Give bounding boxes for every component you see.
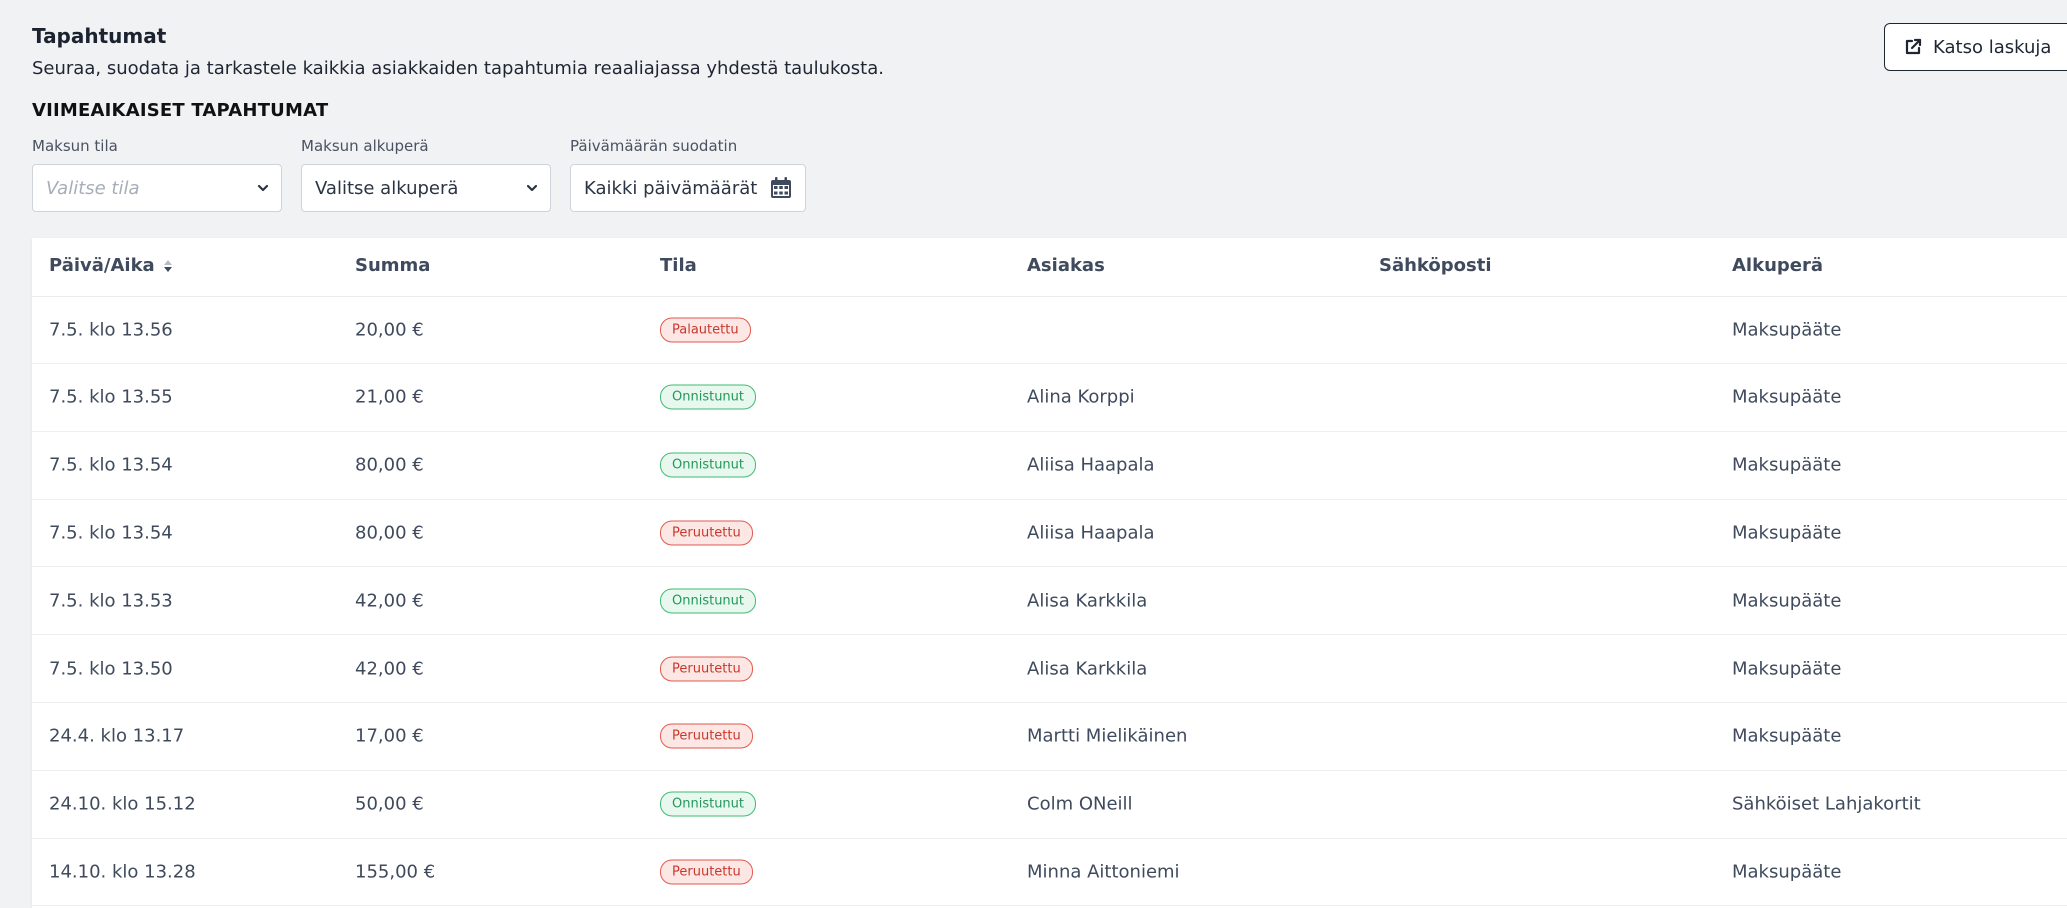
view-invoices-button[interactable]: Katso laskuja [1884,23,2067,71]
cell-origin: Maksupääte [1732,658,1842,679]
section-title: VIIMEAIKAISET TAPAHTUMAT [32,100,329,121]
cell-amount: 21,00 € [355,386,424,408]
column-header-label: Sähköposti [1379,255,1492,276]
cell-customer: Aliisa Haapala [1027,454,1155,476]
cell-origin: Maksupääte [1732,861,1842,883]
status-badge: Onnistunut [660,452,757,478]
cell-origin: Sähköiset Lahjakortit [1732,793,1921,815]
cell-datetime: 24.10. klo 15.12 [49,793,196,815]
status-select-placeholder: Valitse tila [46,177,140,199]
status-filter: Maksun tila Valitse tila [32,137,282,212]
table-row[interactable]: 7.5. klo 13.53 42,00 € Onnistunut Alisa Kar… [32,567,2067,636]
cell-customer: Martti Mielikäinen [1027,725,1188,747]
transactions-table: Päivä/Aika Summa Tila Asiakas Sähköposti… [32,238,2067,908]
external-link-icon [1905,38,1922,55]
cell-amount: 80,00 € [355,522,424,544]
cell-datetime: 7.5. klo 13.54 [49,454,173,476]
cell-origin: Maksupääte [1732,319,1842,340]
table-row[interactable]: 7.5. klo 13.50 42,00 € Peruutettu Alisa Kar… [32,635,2067,703]
column-header-status[interactable]: Tila [660,255,697,276]
cell-amount: 42,00 € [355,590,424,612]
status-badge: Onnistunut [660,588,757,614]
origin-select-value: Valitse alkuperä [315,177,459,199]
cell-datetime: 7.5. klo 13.50 [49,658,173,679]
date-filter-label: Päivämäärän suodatin [570,137,738,155]
cell-amount: 155,00 € [355,861,436,883]
cell-datetime: 7.5. klo 13.55 [49,386,173,408]
origin-filter: Maksun alkuperä Valitse alkuperä [301,137,551,212]
cell-datetime: 7.5. klo 13.54 [49,522,173,544]
date-filter-value: Kaikki päivämäärät [584,177,758,199]
cell-datetime: 14.10. klo 13.28 [49,861,196,883]
column-header-label: Summa [355,255,431,276]
view-invoices-label: Katso laskuja [1933,36,2052,58]
page-title: Tapahtumat [32,24,167,48]
status-badge: Palautettu [660,317,751,342]
status-badge: Peruutettu [660,723,753,749]
cell-customer: Alisa Karkkila [1027,590,1148,612]
origin-filter-label: Maksun alkuperä [301,137,429,155]
cell-datetime: 7.5. klo 13.56 [49,319,173,340]
table-header: Päivä/Aika Summa Tila Asiakas Sähköposti… [32,238,2067,297]
chevron-down-icon [526,184,538,192]
cell-customer: Colm ONeill [1027,793,1133,815]
cell-datetime: 24.4. klo 13.17 [49,725,185,747]
cell-amount: 50,00 € [355,793,424,815]
status-badge: Onnistunut [660,791,757,817]
table-row[interactable]: 7.5. klo 13.56 20,00 € Palautettu Maksupäät… [32,296,2067,364]
cell-amount: 17,00 € [355,725,424,747]
cell-origin: Maksupääte [1732,725,1842,747]
cell-origin: Maksupääte [1732,386,1842,408]
column-header-email[interactable]: Sähköposti [1379,255,1492,276]
status-badge: Peruutettu [660,656,753,681]
date-filter: Päivämäärän suodatin Kaikki päivämäärät [570,137,806,212]
column-header-label: Päivä/Aika [49,255,155,276]
table-row[interactable]: 24.10. klo 15.12 50,00 € Onnistunut Colm ON… [32,771,2067,839]
cell-origin: Maksupääte [1732,522,1842,544]
column-header-label: Tila [660,255,697,276]
table-row[interactable]: 7.5. klo 13.55 21,00 € Onnistunut Alina Kor… [32,364,2067,432]
table-row[interactable]: 7.5. klo 13.54 80,00 € Peruutettu Aliisa Ha… [32,499,2067,568]
cell-amount: 20,00 € [355,319,424,340]
column-header-datetime[interactable]: Päivä/Aika [49,255,173,276]
page-subtitle: Seuraa, suodata ja tarkastele kaikkia as… [32,58,884,79]
status-badge: Onnistunut [660,384,757,410]
column-header-label: Asiakas [1027,255,1105,276]
cell-origin: Maksupääte [1732,454,1842,476]
cell-datetime: 7.5. klo 13.53 [49,590,173,612]
status-badge: Peruutettu [660,859,753,885]
table-row[interactable]: 14.10. klo 13.28 155,00 € Peruutettu Minna … [32,838,2067,907]
date-filter-button[interactable]: Kaikki päivämäärät [570,164,806,212]
column-header-customer[interactable]: Asiakas [1027,255,1105,276]
table-row[interactable]: 7.5. klo 13.54 80,00 € Onnistunut Aliisa Ha… [32,432,2067,500]
status-badge: Peruutettu [660,520,753,546]
column-header-origin[interactable]: Alkuperä [1732,255,1823,276]
cell-customer: Minna Aittoniemi [1027,861,1180,883]
cell-amount: 80,00 € [355,454,424,476]
column-header-amount[interactable]: Summa [355,255,430,276]
calendar-icon [771,177,791,198]
cell-customer: Alina Korppi [1027,386,1135,408]
cell-customer: Aliisa Haapala [1027,522,1155,544]
origin-select[interactable]: Valitse alkuperä [301,164,551,212]
cell-customer: Alisa Karkkila [1027,658,1148,679]
sort-icon [163,259,172,272]
table-row[interactable]: 24.4. klo 13.17 17,00 € Peruutettu Martti M… [32,703,2067,771]
status-select[interactable]: Valitse tila [32,164,282,212]
status-filter-label: Maksun tila [32,137,118,155]
column-header-label: Alkuperä [1732,255,1824,276]
chevron-down-icon [257,184,269,192]
cell-origin: Maksupääte [1732,590,1842,612]
cell-amount: 42,00 € [355,658,424,679]
